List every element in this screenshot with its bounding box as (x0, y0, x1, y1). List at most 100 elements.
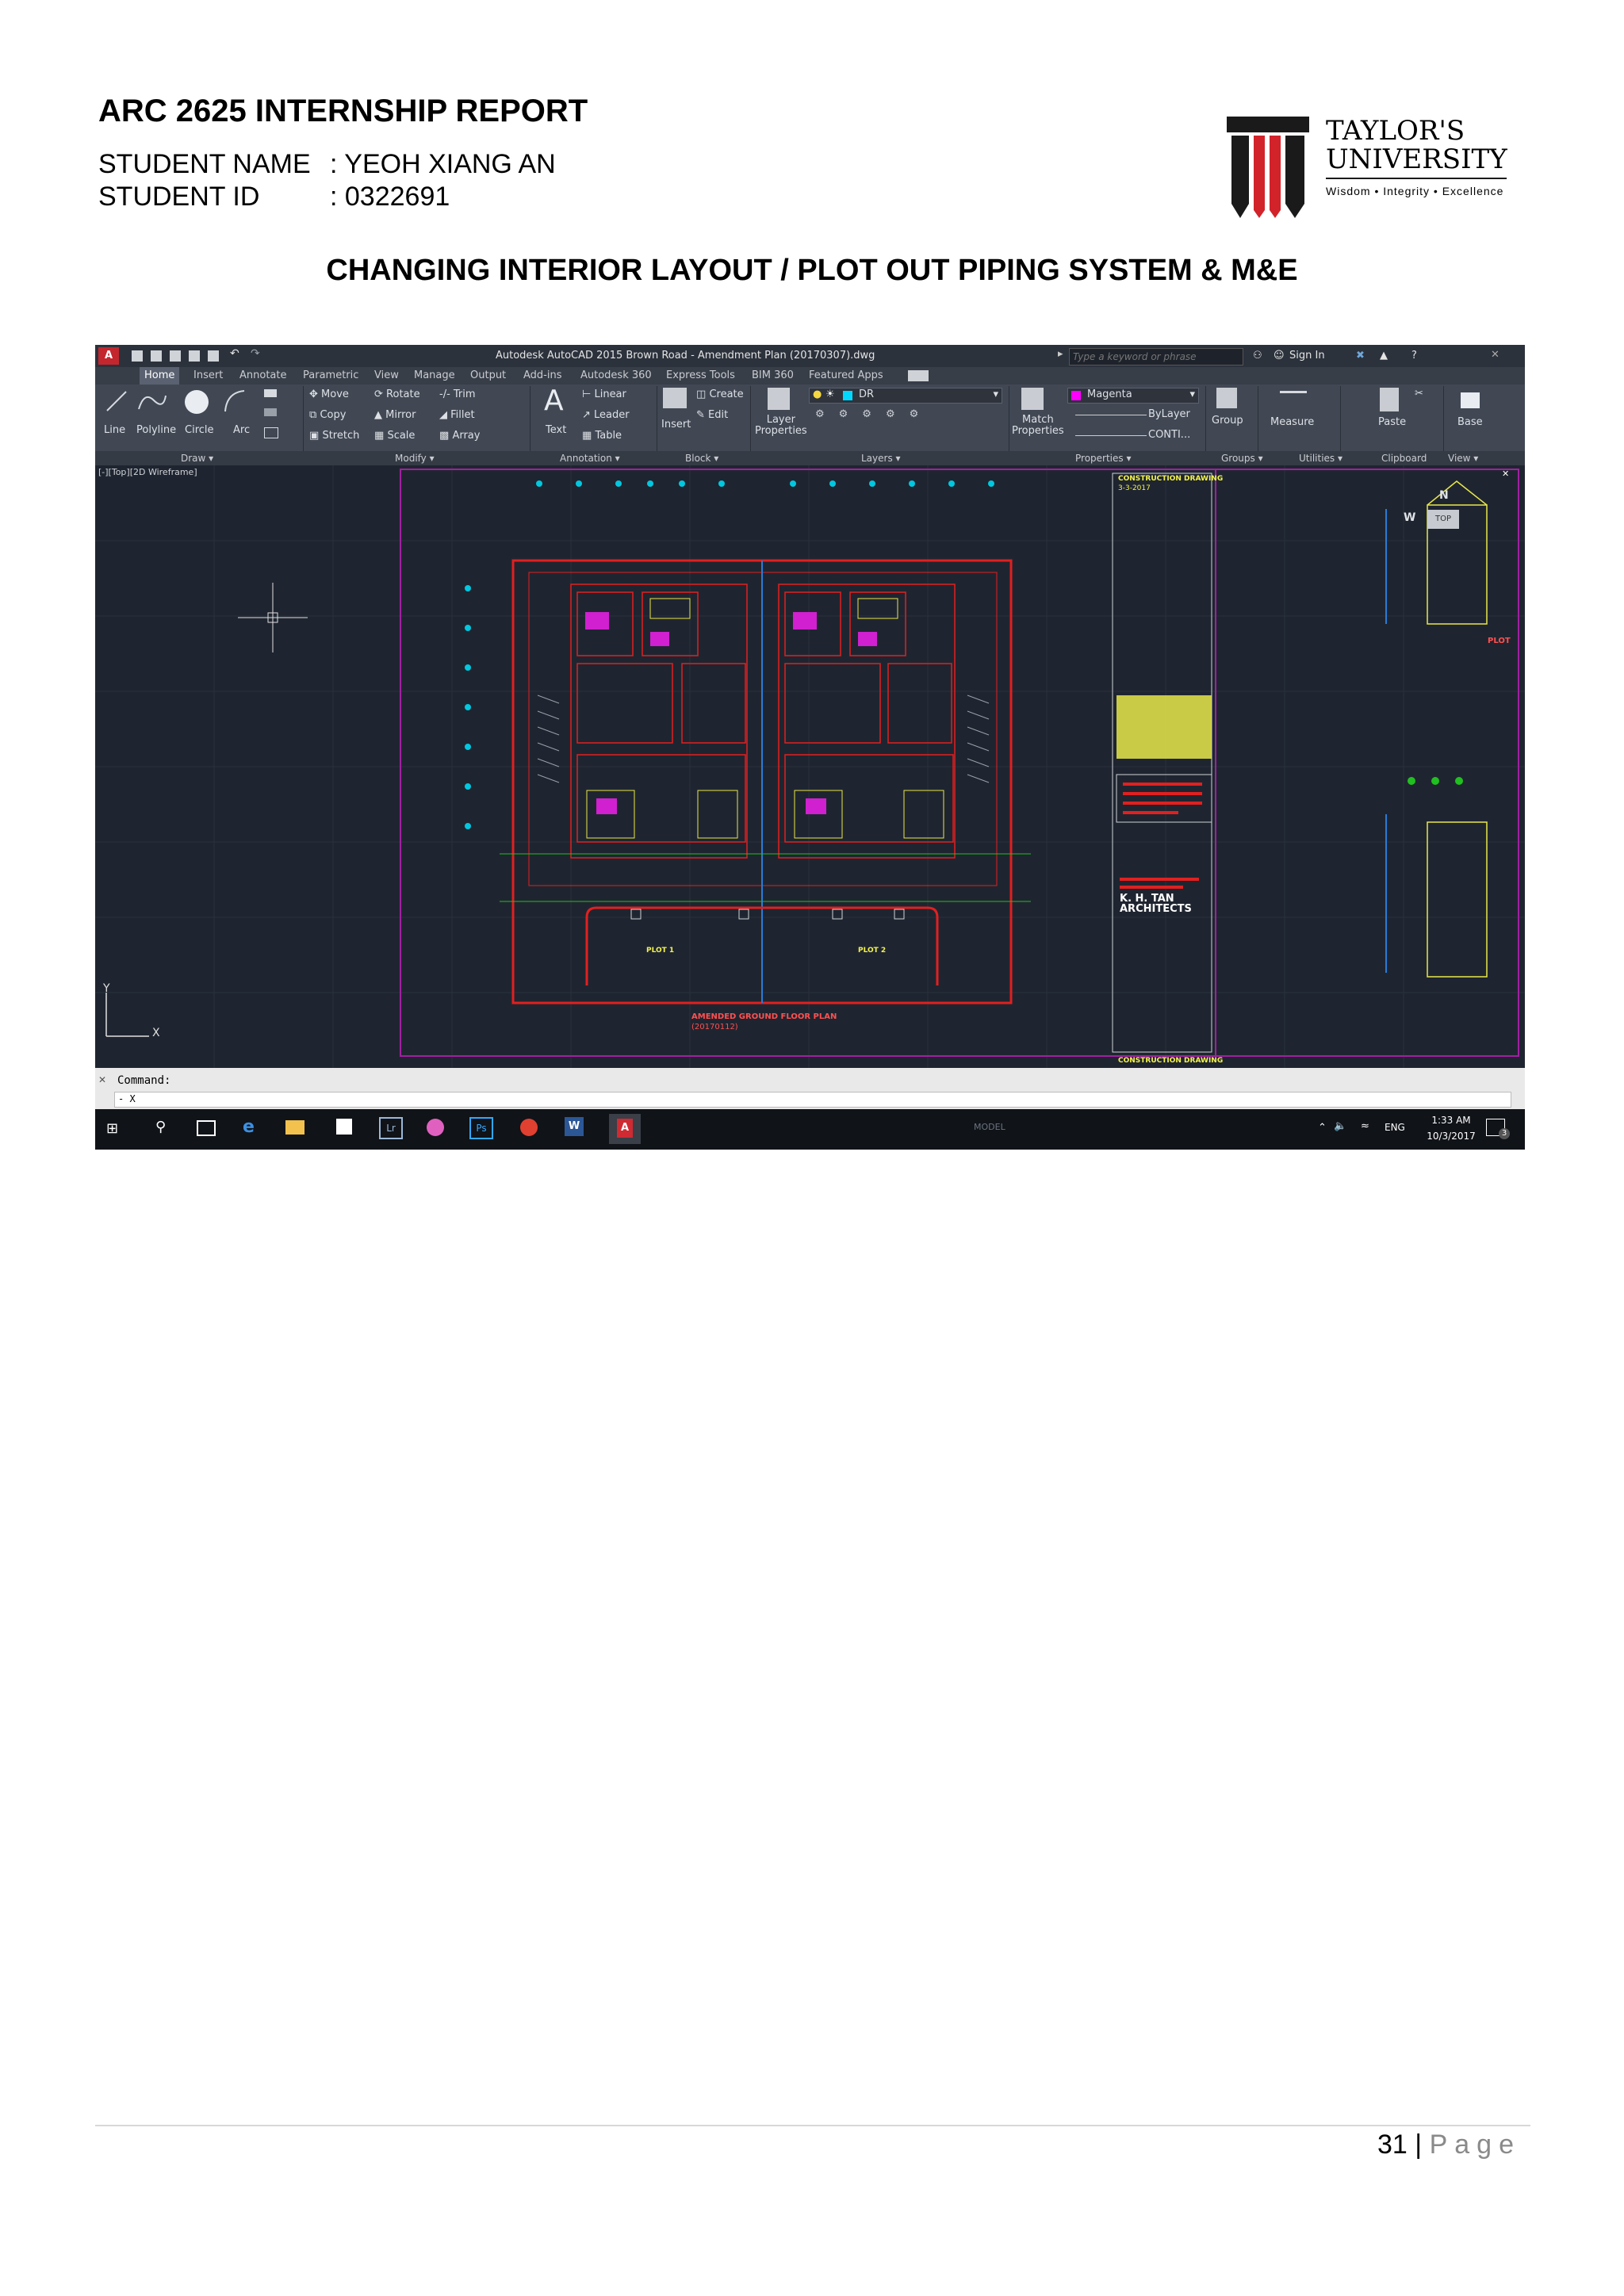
rectangle-icon[interactable] (264, 389, 277, 397)
tab-express-tools[interactable]: Express Tools (666, 369, 735, 381)
panel-groups[interactable]: Groups ▾ (1221, 453, 1263, 464)
autocad-app-icon[interactable]: A (98, 347, 119, 365)
cut-icon[interactable]: ✂ (1415, 388, 1423, 400)
tab-home[interactable]: Home (140, 367, 180, 385)
arc-tool-label[interactable]: Arc (233, 424, 250, 436)
panel-modify[interactable]: Modify ▾ (395, 453, 435, 464)
rotate-tool[interactable]: ⟳ Rotate (374, 388, 420, 400)
layer-properties-button[interactable]: Layer Properties (755, 415, 807, 437)
search-icon[interactable]: ⚲ (155, 1119, 166, 1135)
sign-in-link[interactable]: Sign In (1289, 350, 1325, 362)
command-input[interactable]: - X (114, 1092, 1511, 1108)
file-explorer-icon[interactable] (285, 1120, 304, 1135)
hatch-icon[interactable] (264, 408, 277, 416)
autodesk-360-icon[interactable]: ▲ (1380, 350, 1388, 362)
base-tool-label[interactable]: Base (1457, 416, 1483, 428)
copy-tool[interactable]: ⧉ Copy (309, 409, 346, 421)
panel-view[interactable]: View ▾ (1448, 453, 1478, 464)
new-file-icon[interactable] (132, 350, 143, 362)
tab-add-ins[interactable]: Add-ins (523, 369, 561, 381)
tab-manage[interactable]: Manage (414, 369, 455, 381)
save-icon[interactable] (170, 350, 181, 362)
panel-properties[interactable]: Properties ▾ (1075, 453, 1132, 464)
polyline-tool-label[interactable]: Polyline (136, 424, 176, 436)
status-model-label[interactable]: MODEL (974, 1122, 1005, 1132)
open-file-icon[interactable] (151, 350, 162, 362)
linear-dimension-tool[interactable]: ⊢ Linear (582, 388, 626, 400)
windows-start-icon[interactable]: ⊞ (106, 1120, 118, 1137)
tab-bim-360[interactable]: BIM 360 (752, 369, 794, 381)
wifi-icon[interactable]: ≈ (1361, 1120, 1369, 1132)
boundary-icon[interactable] (264, 427, 278, 438)
help-icon[interactable]: ? (1411, 350, 1417, 362)
panel-draw[interactable]: Draw ▾ (181, 453, 213, 464)
fillet-tool[interactable]: ◢ Fillet (439, 409, 475, 421)
undo-icon[interactable]: ↶ (230, 347, 239, 360)
chrome-icon[interactable] (520, 1119, 538, 1136)
tab-parametric[interactable]: Parametric (303, 369, 358, 381)
word-icon[interactable]: W (565, 1117, 584, 1136)
redo-icon[interactable]: ↷ (251, 347, 260, 360)
line-tool-label[interactable]: Line (104, 424, 125, 436)
task-view-icon[interactable] (197, 1120, 216, 1136)
move-tool[interactable]: ✥ Move (309, 388, 349, 400)
lightroom-icon[interactable]: Lr (379, 1117, 403, 1139)
store-icon[interactable] (336, 1119, 352, 1135)
tab-autodesk-360[interactable]: Autodesk 360 (580, 369, 652, 381)
itunes-icon[interactable] (427, 1119, 444, 1136)
autocad-taskbar-button[interactable]: A (609, 1114, 641, 1144)
photoshop-icon[interactable]: Ps (469, 1117, 493, 1139)
trim-tool[interactable]: -/- Trim (439, 388, 476, 400)
user-icon[interactable]: ☺ (1274, 350, 1285, 362)
panel-block[interactable]: Block ▾ (685, 453, 718, 464)
layer-dropdown[interactable]: ● ☀ DR ▾ (809, 388, 1002, 404)
compass-north-label: N (1439, 489, 1449, 502)
text-tool-label[interactable]: Text (546, 424, 566, 436)
save-as-icon[interactable] (189, 350, 200, 362)
language-indicator[interactable]: ENG (1385, 1122, 1405, 1133)
panel-utilities[interactable]: Utilities ▾ (1299, 453, 1342, 464)
insert-tool-label[interactable]: Insert (661, 419, 691, 430)
linetype-dropdown[interactable]: ByLayer (1067, 408, 1197, 423)
measure-tool-label[interactable]: Measure (1270, 416, 1314, 428)
panel-layers[interactable]: Layers ▾ (861, 453, 901, 464)
system-clock[interactable]: 1:33 AM 10/3/2017 (1419, 1112, 1483, 1144)
exchange-apps-icon[interactable]: ✖ (1356, 350, 1365, 362)
match-properties-button[interactable]: Match Properties (1012, 415, 1064, 437)
viewcube-top-face[interactable]: TOP (1427, 510, 1459, 529)
create-block-tool[interactable]: ◫ Create (696, 388, 744, 400)
tray-arrow-icon[interactable]: ⌃ (1318, 1122, 1327, 1134)
tab-output[interactable]: Output (470, 369, 506, 381)
tab-featured-apps[interactable]: Featured Apps (809, 369, 883, 381)
stretch-tool[interactable]: ▣ Stretch (309, 430, 359, 442)
lineweight-dropdown[interactable]: CONTI... (1067, 429, 1197, 443)
paste-tool-label[interactable]: Paste (1378, 416, 1406, 428)
circle-tool-label[interactable]: Circle (185, 424, 214, 436)
table-tool[interactable]: ▦ Table (582, 430, 622, 442)
viewport-close-icon[interactable]: ✕ (1502, 469, 1509, 479)
help-search-input[interactable] (1069, 348, 1243, 365)
array-tool[interactable]: ▩ Array (439, 430, 480, 442)
drawing-canvas[interactable]: [-][Top][2D Wireframe] PLOT 1 PLOT 2 AME… (95, 465, 1525, 1068)
close-window-icon[interactable]: ✕ (1491, 349, 1500, 361)
tab-annotate[interactable]: Annotate (239, 369, 286, 381)
color-dropdown[interactable]: Magenta ▾ (1067, 388, 1199, 404)
color-value: Magenta (1087, 388, 1132, 400)
layer-tools-icons[interactable]: ⚙⚙⚙⚙⚙ (815, 408, 990, 440)
ribbon-toggle-icon[interactable] (908, 370, 929, 381)
edge-browser-icon[interactable]: e (243, 1117, 255, 1137)
volume-icon[interactable]: 🔈 (1334, 1120, 1346, 1132)
scale-tool[interactable]: ▦ Scale (374, 430, 415, 442)
mirror-tool[interactable]: ▲ Mirror (374, 409, 416, 421)
group-tool-label[interactable]: Group (1212, 415, 1243, 427)
tab-insert[interactable]: Insert (193, 369, 223, 381)
viewcube[interactable]: N W TOP (1404, 489, 1483, 553)
panel-clipboard[interactable]: Clipboard (1381, 453, 1427, 464)
print-icon[interactable] (208, 350, 219, 362)
binoculars-icon[interactable]: ⚇ (1253, 350, 1262, 362)
command-close-icon[interactable]: ✕ (98, 1074, 106, 1085)
edit-block-tool[interactable]: ✎ Edit (696, 409, 728, 421)
tab-view[interactable]: View (374, 369, 399, 381)
leader-tool[interactable]: ↗ Leader (582, 409, 630, 421)
panel-annotation[interactable]: Annotation ▾ (560, 453, 620, 464)
